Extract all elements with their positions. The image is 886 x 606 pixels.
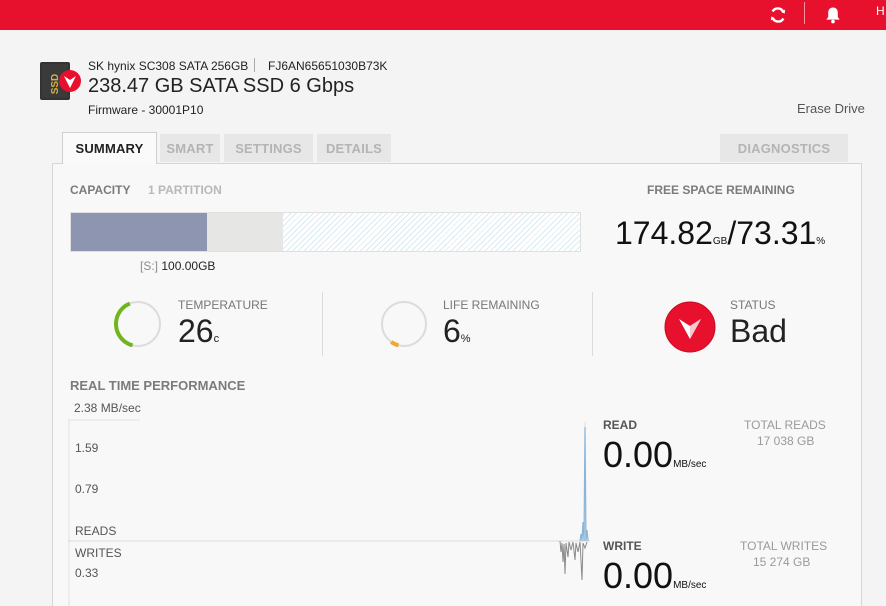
total-reads-label: TOTAL READS (744, 418, 826, 432)
free-space-separator: / (727, 215, 737, 251)
reads-axis-label: READS (75, 524, 117, 538)
erase-drive-link[interactable]: Erase Drive (797, 101, 865, 116)
realtime-performance-title: REAL TIME PERFORMANCE (70, 378, 246, 393)
read-unit: MB/sec (673, 459, 707, 470)
life-remaining-number: 6 (443, 313, 461, 349)
write-label: WRITE (603, 539, 642, 553)
free-space-value: 174.82GB/73.31% (615, 215, 825, 252)
tab-smart[interactable]: SMART (160, 134, 220, 162)
capacity-bar (70, 212, 581, 252)
free-space-percent: 73.31 (736, 215, 817, 251)
top-bar: H (0, 0, 886, 30)
free-space-gb-unit: GB (712, 236, 728, 247)
write-activity-line (559, 540, 588, 581)
drive-serial: FJ6AN65651030B73K (268, 59, 388, 73)
tab-details[interactable]: DETAILS (317, 134, 391, 162)
capacity-system-segment (207, 213, 283, 251)
life-remaining-value: 6% (443, 313, 471, 350)
partition-count: 1 PARTITION (148, 183, 222, 197)
total-writes-value: 15 274 GB (753, 555, 811, 569)
total-writes-label: TOTAL WRITES (740, 539, 828, 553)
axis-mid2-label: 0.79 (75, 482, 99, 496)
read-label: READ (603, 418, 638, 432)
diagnostics-button[interactable]: DIAGNOSTICS (720, 134, 848, 162)
header-divider (254, 58, 255, 72)
writes-axis-label: WRITES (75, 546, 122, 560)
status-value: Bad (730, 313, 787, 349)
temperature-gauge (114, 301, 161, 348)
life-remaining-label: LIFE REMAINING (443, 298, 540, 312)
partition-size: 100.00GB (161, 259, 216, 273)
free-space-gb: 174.82 (615, 215, 713, 251)
ssd-icon-text: SSD (50, 74, 61, 95)
user-menu[interactable]: H (876, 4, 885, 18)
axis-write-label: 0.33 (75, 566, 99, 580)
temperature-unit: c (213, 333, 220, 345)
partition-drive-letter: [S:] (140, 259, 159, 273)
bell-icon[interactable] (818, 0, 848, 30)
status-label: STATUS (730, 298, 776, 312)
topbar-divider (804, 2, 805, 24)
metric-divider-1 (322, 292, 323, 356)
ssd-drive-icon: SSD (40, 62, 82, 100)
tab-settings[interactable]: SETTINGS (224, 134, 313, 162)
drive-title: 238.47 GB SATA SSD 6 Gbps (88, 75, 355, 97)
capacity-used-segment (71, 213, 207, 251)
tab-summary[interactable]: SUMMARY (62, 132, 157, 164)
read-number: 0.00 (603, 434, 674, 475)
axis-mid1-label: 1.59 (75, 441, 99, 455)
read-activity-line (579, 426, 589, 542)
free-space-label: FREE SPACE REMAINING (647, 183, 795, 197)
drive-firmware: Firmware - 30001P10 (88, 103, 204, 117)
write-unit: MB/sec (673, 580, 707, 591)
total-reads-value: 17 038 GB (757, 434, 815, 448)
drive-model: SK hynix SC308 SATA 256GB (88, 59, 249, 73)
free-space-percent-unit: % (816, 236, 826, 247)
metric-divider-2 (592, 292, 593, 356)
write-value: 0.00MB/sec (603, 555, 706, 597)
status-bad-icon (664, 301, 716, 353)
temperature-label: TEMPERATURE (178, 298, 268, 312)
temperature-number: 26 (178, 313, 214, 349)
write-number: 0.00 (603, 555, 674, 596)
refresh-icon[interactable] (763, 0, 793, 30)
capacity-label: CAPACITY (70, 183, 131, 197)
life-remaining-gauge (381, 301, 427, 348)
temperature-value: 26c (178, 313, 219, 350)
performance-graph (68, 419, 590, 606)
read-value: 0.00MB/sec (603, 434, 706, 476)
life-remaining-unit: % (460, 333, 471, 345)
partition-label[interactable]: [S:] 100.00GB (140, 259, 215, 273)
